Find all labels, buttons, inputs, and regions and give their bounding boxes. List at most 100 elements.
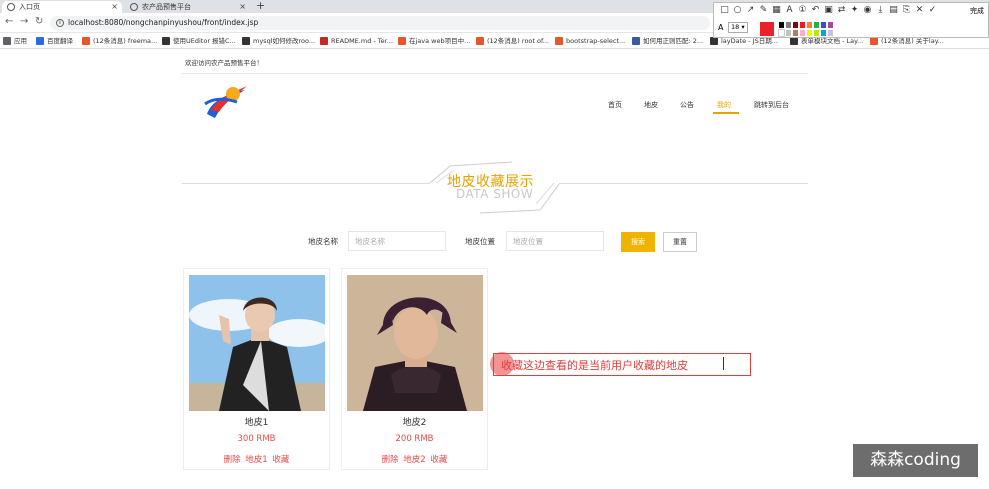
- url-field[interactable]: i localhost:8080/nongchanpinyushou/front…: [50, 16, 710, 30]
- reload-icon[interactable]: ↻: [35, 16, 43, 27]
- card-actions: 删除 地皮1 收藏: [184, 453, 329, 465]
- forward-icon[interactable]: →: [20, 16, 28, 27]
- browser-tab-active[interactable]: 入口页 ×: [2, 1, 122, 13]
- translate-tool-icon[interactable]: ⇄: [835, 5, 848, 15]
- font-size-select[interactable]: 18 ▾: [728, 22, 748, 33]
- font-size-value: 18: [731, 23, 740, 31]
- nav-mine[interactable]: 我的: [717, 100, 731, 110]
- bookmark-label: README.md - Ter...: [331, 37, 393, 45]
- bookmark-item[interactable]: mysql如何修改roo...: [242, 36, 315, 46]
- nav-active-underline: [713, 112, 739, 114]
- tab-close-icon[interactable]: ×: [111, 1, 118, 13]
- current-color-swatch[interactable]: [760, 22, 774, 36]
- bookmark-label: 在java web项目中...: [409, 37, 471, 45]
- browser-tab[interactable]: 农产品预售平台 ×: [125, 1, 250, 13]
- name-search-input[interactable]: [348, 231, 446, 251]
- copy-icon[interactable]: ⎘: [900, 5, 913, 15]
- bookmark-label: (12条消息) freema...: [93, 37, 158, 45]
- mosaic-tool-icon[interactable]: ▦: [770, 5, 783, 15]
- new-tab-button[interactable]: +: [256, 0, 265, 12]
- bookmark-label: 百度翻译: [47, 37, 73, 45]
- text-cursor: [723, 357, 724, 370]
- bookmark-favicon-icon: [36, 37, 44, 45]
- tab-close-icon[interactable]: ×: [239, 1, 246, 13]
- bookmark-label: layDate - JS日期...: [721, 37, 778, 45]
- number-tool-icon[interactable]: ①: [796, 5, 809, 15]
- land-photo[interactable]: [189, 275, 325, 411]
- ocr-icon[interactable]: ▣: [822, 5, 835, 15]
- rectangle-tool-icon[interactable]: □: [718, 5, 731, 15]
- bookmark-favicon-icon: [555, 37, 563, 45]
- bookmark-favicon-icon: [476, 37, 484, 45]
- position-label: 地皮位置: [465, 237, 495, 246]
- save-icon[interactable]: ▤: [887, 5, 900, 15]
- snap-done-button[interactable]: 完成: [970, 6, 984, 16]
- bookmark-item[interactable]: 使用UEditor 报错C...: [162, 36, 236, 46]
- record-icon[interactable]: ◉: [861, 5, 874, 15]
- check-icon[interactable]: ✓: [926, 5, 939, 15]
- bookmark-label: mysql如何修改roo...: [253, 37, 316, 45]
- text-tool-icon[interactable]: A: [783, 5, 796, 15]
- land-photo[interactable]: [347, 275, 483, 411]
- undo-icon[interactable]: ↶: [809, 5, 822, 15]
- welcome-text: 欢迎访问农产品预售平台！: [185, 59, 263, 67]
- tab-title: 农产品预售平台: [142, 3, 191, 11]
- ellipse-tool-icon[interactable]: ○: [731, 5, 744, 15]
- close-icon[interactable]: ✕: [913, 5, 926, 15]
- bookmark-favicon-icon: [790, 37, 798, 45]
- tab-title: 入口页: [19, 3, 40, 11]
- bookmark-label: bootstrap-select...: [566, 37, 626, 45]
- section-line-left: [182, 183, 430, 184]
- color-palette[interactable]: [778, 21, 834, 37]
- bookmark-item[interactable]: 在java web项目中...: [398, 36, 470, 46]
- bookmark-favicon-icon: [398, 37, 406, 45]
- bookmark-favicon-icon: [3, 37, 11, 45]
- nav-home[interactable]: 首页: [608, 100, 622, 110]
- bookmark-favicon-icon: [632, 37, 640, 45]
- favorite-link[interactable]: 收藏: [272, 455, 289, 465]
- bookmark-favicon-icon: [82, 37, 90, 45]
- delete-link[interactable]: 删除: [382, 455, 399, 465]
- card-actions: 删除 地皮2 收藏: [342, 453, 487, 465]
- favorite-land-name: 地皮1: [245, 455, 268, 465]
- bookmark-label: 表单模块文档 - Lay...: [801, 37, 864, 45]
- land-price: 200 RMB: [395, 434, 434, 444]
- search-button[interactable]: 搜索: [621, 232, 655, 252]
- bookmark-item[interactable]: (12条消息) freema...: [82, 36, 157, 46]
- favorite-card: 地皮1 300 RMB 删除 地皮1 收藏: [183, 268, 330, 470]
- bookmark-favicon-icon: [242, 37, 250, 45]
- favorite-card: 地皮2 200 RMB 删除 地皮2 收藏: [341, 268, 488, 470]
- bookmark-item[interactable]: README.md - Ter...: [320, 36, 393, 46]
- bookmark-label: 应用: [14, 37, 27, 45]
- bookmark-item[interactable]: bootstrap-select...: [555, 36, 625, 46]
- watermark: 森森coding: [853, 444, 978, 477]
- favorite-link[interactable]: 收藏: [430, 455, 447, 465]
- bookmark-item[interactable]: 如何用正则匹配: 2...: [632, 36, 703, 46]
- bookmark-label: (12条消息) root of...: [487, 37, 549, 45]
- section-subtitle: DATA SHOW: [456, 187, 534, 201]
- bookmark-item[interactable]: 应用: [3, 36, 27, 46]
- site-logo[interactable]: [203, 80, 251, 120]
- bookmark-item[interactable]: 百度翻译: [36, 36, 73, 46]
- bookmark-label: 如何用正则匹配: 2...: [643, 37, 704, 45]
- pin-icon[interactable]: ✦: [848, 5, 861, 15]
- info-icon: i: [56, 19, 64, 27]
- screenshot-toolbar: □ ○ ↗ ✎ ▦ A ① ↶ ▣ ⇄ ✦ ◉ ⤓ ▤ ⎘ ✕ ✓ 完成 A 18 ▾: [713, 2, 989, 38]
- nav-admin[interactable]: 跳转到后台: [754, 100, 789, 110]
- font-size-icon: A: [718, 23, 724, 32]
- pen-tool-icon[interactable]: ✎: [757, 5, 770, 15]
- section-line-right: [560, 183, 808, 184]
- bookmark-item[interactable]: (12条消息) root of...: [476, 36, 549, 46]
- reset-button[interactable]: 重置: [663, 232, 697, 252]
- download-icon[interactable]: ⤓: [874, 5, 887, 15]
- nav-land[interactable]: 地皮: [644, 100, 658, 110]
- delete-link[interactable]: 删除: [224, 455, 241, 465]
- annotation-text: 收藏这边查看的是当前用户收藏的地皮: [501, 359, 688, 372]
- screenshot-tool-icons: □ ○ ↗ ✎ ▦ A ① ↶ ▣ ⇄ ✦ ◉ ⤓ ▤ ⎘ ✕ ✓: [718, 5, 939, 17]
- back-icon[interactable]: ←: [5, 16, 13, 27]
- header-divider: [182, 73, 807, 74]
- globe-icon: [130, 3, 138, 11]
- position-search-input[interactable]: [506, 231, 604, 251]
- nav-notice[interactable]: 公告: [680, 100, 694, 110]
- arrow-tool-icon[interactable]: ↗: [744, 5, 757, 15]
